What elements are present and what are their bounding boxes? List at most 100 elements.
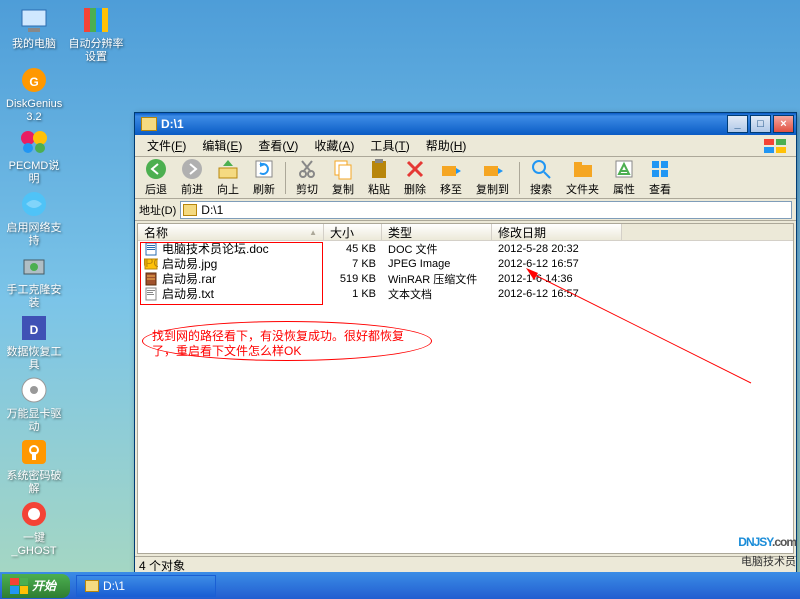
menu-f[interactable]: 文件(F) (139, 135, 194, 156)
toolbar-label: 属性 (613, 181, 635, 197)
datarec-icon: D (18, 312, 50, 344)
toolbar-label: 剪切 (296, 181, 318, 197)
toolbar-label: 删除 (404, 181, 426, 197)
toolbar-paste-button[interactable]: 粘贴 (362, 157, 396, 198)
copy-icon (332, 158, 354, 180)
titlebar[interactable]: D:\1 _ □ × (135, 113, 796, 135)
menu-h[interactable]: 帮助(H) (418, 135, 475, 156)
svg-text:G: G (29, 75, 38, 89)
desktop-icon-label: 数据恢复工具 (6, 346, 62, 372)
desktop-icon-butterfly[interactable]: PECMD说明 (6, 126, 62, 186)
watermark-brand: DNJSY (738, 535, 772, 549)
address-input[interactable]: D:\1 (180, 201, 792, 219)
toolbar-views-button[interactable]: 查看 (643, 157, 677, 198)
toolbar-delete-button[interactable]: 删除 (398, 157, 432, 198)
folder-icon (183, 204, 197, 216)
close-button[interactable]: × (773, 115, 794, 133)
file-type: JPEG Image (382, 258, 492, 270)
desktop-icon-label: 系统密码破解 (6, 470, 62, 496)
taskbar-item[interactable]: D:\1 (76, 575, 216, 597)
desktop-icon-password[interactable]: 系统密码破解 (6, 436, 62, 496)
file-name: 启动易.txt (162, 285, 214, 302)
toolbar-copyto-button[interactable]: 复制到 (470, 157, 515, 198)
file-type: DOC 文件 (382, 241, 492, 257)
start-button[interactable]: 开始 (2, 574, 70, 598)
desktop-icon-clone[interactable]: 手工克隆安装 (6, 250, 62, 310)
toolbar-folders-button[interactable]: 文件夹 (560, 157, 605, 198)
desktop-icon-computer[interactable]: 我的电脑 (6, 4, 62, 51)
doc-file-icon (144, 242, 158, 256)
toolbar-label: 移至 (440, 181, 462, 197)
password-icon (18, 436, 50, 468)
taskbar: 开始 D:\1 (0, 572, 800, 599)
toolbar-search-button[interactable]: 搜索 (524, 157, 558, 198)
file-size: 7 KB (324, 258, 382, 270)
explorer-window: D:\1 _ □ × 文件(F)编辑(E)查看(V)收藏(A)工具(T)帮助(H… (134, 112, 797, 575)
svg-text:JPG: JPG (144, 257, 158, 270)
desktop-icon-driver[interactable]: 万能显卡驱动 (6, 374, 62, 434)
moveto-icon (440, 158, 462, 180)
toolbar-copy-button[interactable]: 复制 (326, 157, 360, 198)
toolbar-label: 复制 (332, 181, 354, 197)
toolbar-prop-button[interactable]: 属性 (607, 157, 641, 198)
desktop-icon-label: DiskGenius 3.2 (6, 98, 62, 124)
toolbar-label: 搜索 (530, 181, 552, 197)
desktop-icon-datarec[interactable]: D 数据恢复工具 (6, 312, 62, 372)
toolbar-moveto-button[interactable]: 移至 (434, 157, 468, 198)
toolbar-refresh-button[interactable]: 刷新 (247, 157, 281, 198)
watermark: DNJSY.com 电脑技术员 (738, 522, 796, 569)
desktop-icon-label: 万能显卡驱动 (6, 408, 62, 434)
toolbar-up-button[interactable]: 向上 (211, 157, 245, 198)
menu-t[interactable]: 工具(T) (362, 135, 417, 156)
xp-flag-icon (762, 137, 792, 155)
sort-arrow-icon: ▲ (309, 228, 317, 237)
desktop-icon-colorbar[interactable]: 自动分辨率设置 (68, 4, 124, 64)
toolbar: 后退前进向上刷新 剪切复制粘贴删除移至复制到 搜索文件夹属性查看 (135, 157, 796, 199)
window-title: D:\1 (161, 117, 727, 131)
file-list[interactable]: 找到网的路径看下，有没恢复成功。很好都恢复了，重启看下文件怎么样OK 电脑技术员… (138, 241, 793, 553)
file-type: WinRAR 压缩文件 (382, 271, 492, 287)
menu-e[interactable]: 编辑(E) (194, 135, 250, 156)
toolbar-label: 粘贴 (368, 181, 390, 197)
menubar: 文件(F)编辑(E)查看(V)收藏(A)工具(T)帮助(H) (135, 135, 796, 157)
minimize-button[interactable]: _ (727, 115, 748, 133)
menu-v[interactable]: 查看(V) (250, 135, 306, 156)
start-label: 开始 (32, 577, 56, 594)
desktop-icon-network[interactable]: 启用网络支持 (6, 188, 62, 248)
file-row[interactable]: 启动易.txt1 KB文本文档2012-6-12 16:57 (138, 286, 793, 301)
file-row[interactable]: JPG启动易.jpg7 KBJPEG Image2012-6-12 16:57 (138, 256, 793, 271)
search-icon (530, 158, 552, 180)
jpg-file-icon: JPG (144, 257, 158, 271)
file-size: 1 KB (324, 288, 382, 300)
desktop-icon-label: PECMD说明 (6, 160, 62, 186)
ghost-icon (18, 498, 50, 530)
toolbar-cut-button[interactable]: 剪切 (290, 157, 324, 198)
menu-a[interactable]: 收藏(A) (306, 135, 362, 156)
windows-logo-icon (10, 578, 28, 594)
desktop-icon-label: 手工克隆安装 (6, 284, 62, 310)
butterfly-icon (18, 126, 50, 158)
svg-text:D: D (30, 323, 39, 337)
file-row[interactable]: 启动易.rar519 KBWinRAR 压缩文件2012-1-6 14:36 (138, 271, 793, 286)
addressbar: 地址(D) D:\1 (135, 199, 796, 221)
toolbar-label: 后退 (145, 181, 167, 197)
address-value: D:\1 (201, 203, 223, 217)
desktop-icon-diskgenius[interactable]: G DiskGenius 3.2 (6, 64, 62, 124)
toolbar-label: 刷新 (253, 181, 275, 197)
views-icon (649, 158, 671, 180)
desktop-icon-ghost[interactable]: 一键_GHOST (6, 498, 62, 558)
column-header[interactable]: 名称▲ (138, 224, 324, 240)
toolbar-label: 复制到 (476, 181, 509, 197)
driver-icon (18, 374, 50, 406)
maximize-button[interactable]: □ (750, 115, 771, 133)
toolbar-back-button[interactable]: 后退 (139, 157, 173, 198)
file-row[interactable]: 电脑技术员论坛.doc45 KBDOC 文件2012-5-28 20:32 (138, 241, 793, 256)
diskgenius-icon: G (18, 64, 50, 96)
toolbar-fwd-button[interactable]: 前进 (175, 157, 209, 198)
file-list-header: 名称▲大小类型修改日期 (138, 224, 793, 241)
refresh-icon (253, 158, 275, 180)
folder-icon (85, 580, 99, 592)
column-header[interactable]: 类型 (382, 224, 492, 240)
column-header[interactable]: 大小 (324, 224, 382, 240)
column-header[interactable]: 修改日期 (492, 224, 622, 240)
